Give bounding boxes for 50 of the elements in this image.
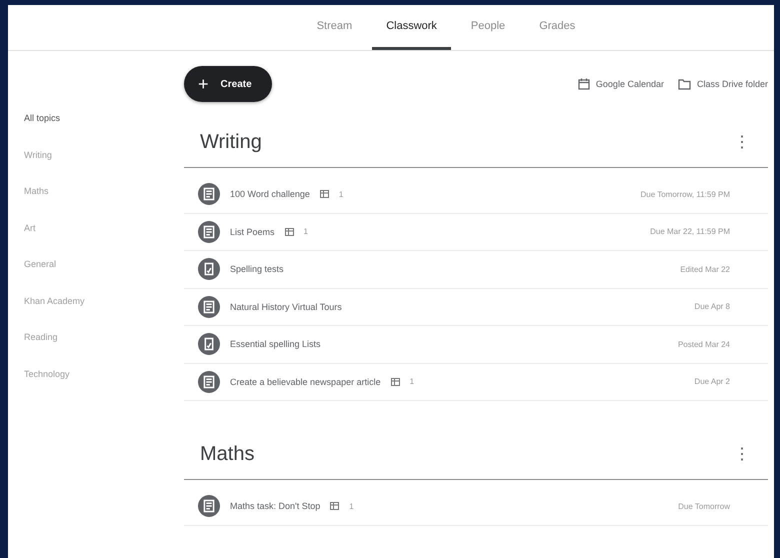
calendar-link[interactable]: Google Calendar — [578, 78, 664, 90]
tab[interactable]: Stream — [302, 5, 366, 50]
due-date: Due Tomorrow — [678, 502, 730, 511]
classwork-item[interactable]: Essential spelling Lists Posted Mar 24 — [184, 326, 768, 364]
assignment-icon — [198, 296, 220, 318]
item-title: Natural History Virtual Tours — [230, 302, 342, 312]
attachment-count: 1 — [410, 377, 414, 386]
item-title: Maths task: Don't Stop — [230, 501, 320, 512]
assignment-icon — [198, 220, 220, 243]
classwork-item[interactable]: List Poems 1 Due Mar 22, 11:59 PM — [184, 214, 768, 251]
due-date: Due Mar 22, 11:59 PM — [650, 227, 730, 236]
drive-folder-link[interactable]: Class Drive folder — [678, 78, 768, 90]
assignment-icon — [198, 495, 220, 518]
item-title: Create a believable newspaper article — [230, 376, 381, 387]
attachment-icon — [320, 190, 329, 198]
material-icon — [198, 258, 220, 280]
due-date: Due Apr 2 — [694, 377, 730, 386]
classwork-item[interactable]: Create a believable newspaper article 1 Due Apr 2 — [184, 364, 768, 401]
classwork-item[interactable]: Natural History Virtual Tours Due Apr 8 — [184, 288, 768, 326]
item-title: Essential spelling Lists — [230, 339, 321, 350]
topic-link[interactable]: All topics — [8, 113, 184, 150]
due-date: Due Tomorrow, 11:59 PM — [640, 190, 730, 199]
assignment-icon — [198, 183, 220, 206]
tab[interactable]: Classwork — [372, 5, 451, 50]
classwork-item[interactable]: 100 Word challenge 1 Due Tomorrow, 11:59 PM — [184, 176, 768, 214]
classwork-item[interactable]: Maths task: Don't Stop 1 Due Tomorrow — [184, 488, 768, 526]
material-icon — [198, 333, 220, 356]
due-date: Edited Mar 22 — [680, 264, 730, 274]
more-menu-button[interactable]: ⋮ — [728, 443, 756, 465]
classwork-item[interactable]: Spelling tests Edited Mar 22 — [184, 251, 768, 288]
attachment-count: 1 — [349, 502, 354, 511]
attachment-icon — [390, 378, 400, 386]
item-title: Spelling tests — [230, 264, 284, 274]
item-title: 100 Word challenge — [230, 189, 310, 200]
attachment-icon — [330, 502, 340, 510]
topic-title: Writing — [200, 130, 262, 154]
tab[interactable]: People — [456, 5, 520, 50]
tab[interactable]: Grades — [525, 5, 590, 50]
more-menu-button[interactable]: ⋮ — [728, 131, 756, 153]
attachment-count: 1 — [304, 227, 308, 236]
due-date: Due Apr 8 — [694, 302, 730, 312]
attachment-count: 1 — [338, 190, 344, 199]
attachment-icon — [284, 228, 294, 236]
due-date: Posted Mar 24 — [678, 340, 730, 349]
create-button[interactable]: + Create — [184, 66, 272, 102]
item-title: List Poems — [230, 226, 275, 237]
topic-title: Maths — [200, 442, 254, 466]
calendar-icon — [578, 78, 590, 90]
folder-icon — [678, 78, 691, 90]
assignment-icon — [198, 370, 220, 393]
